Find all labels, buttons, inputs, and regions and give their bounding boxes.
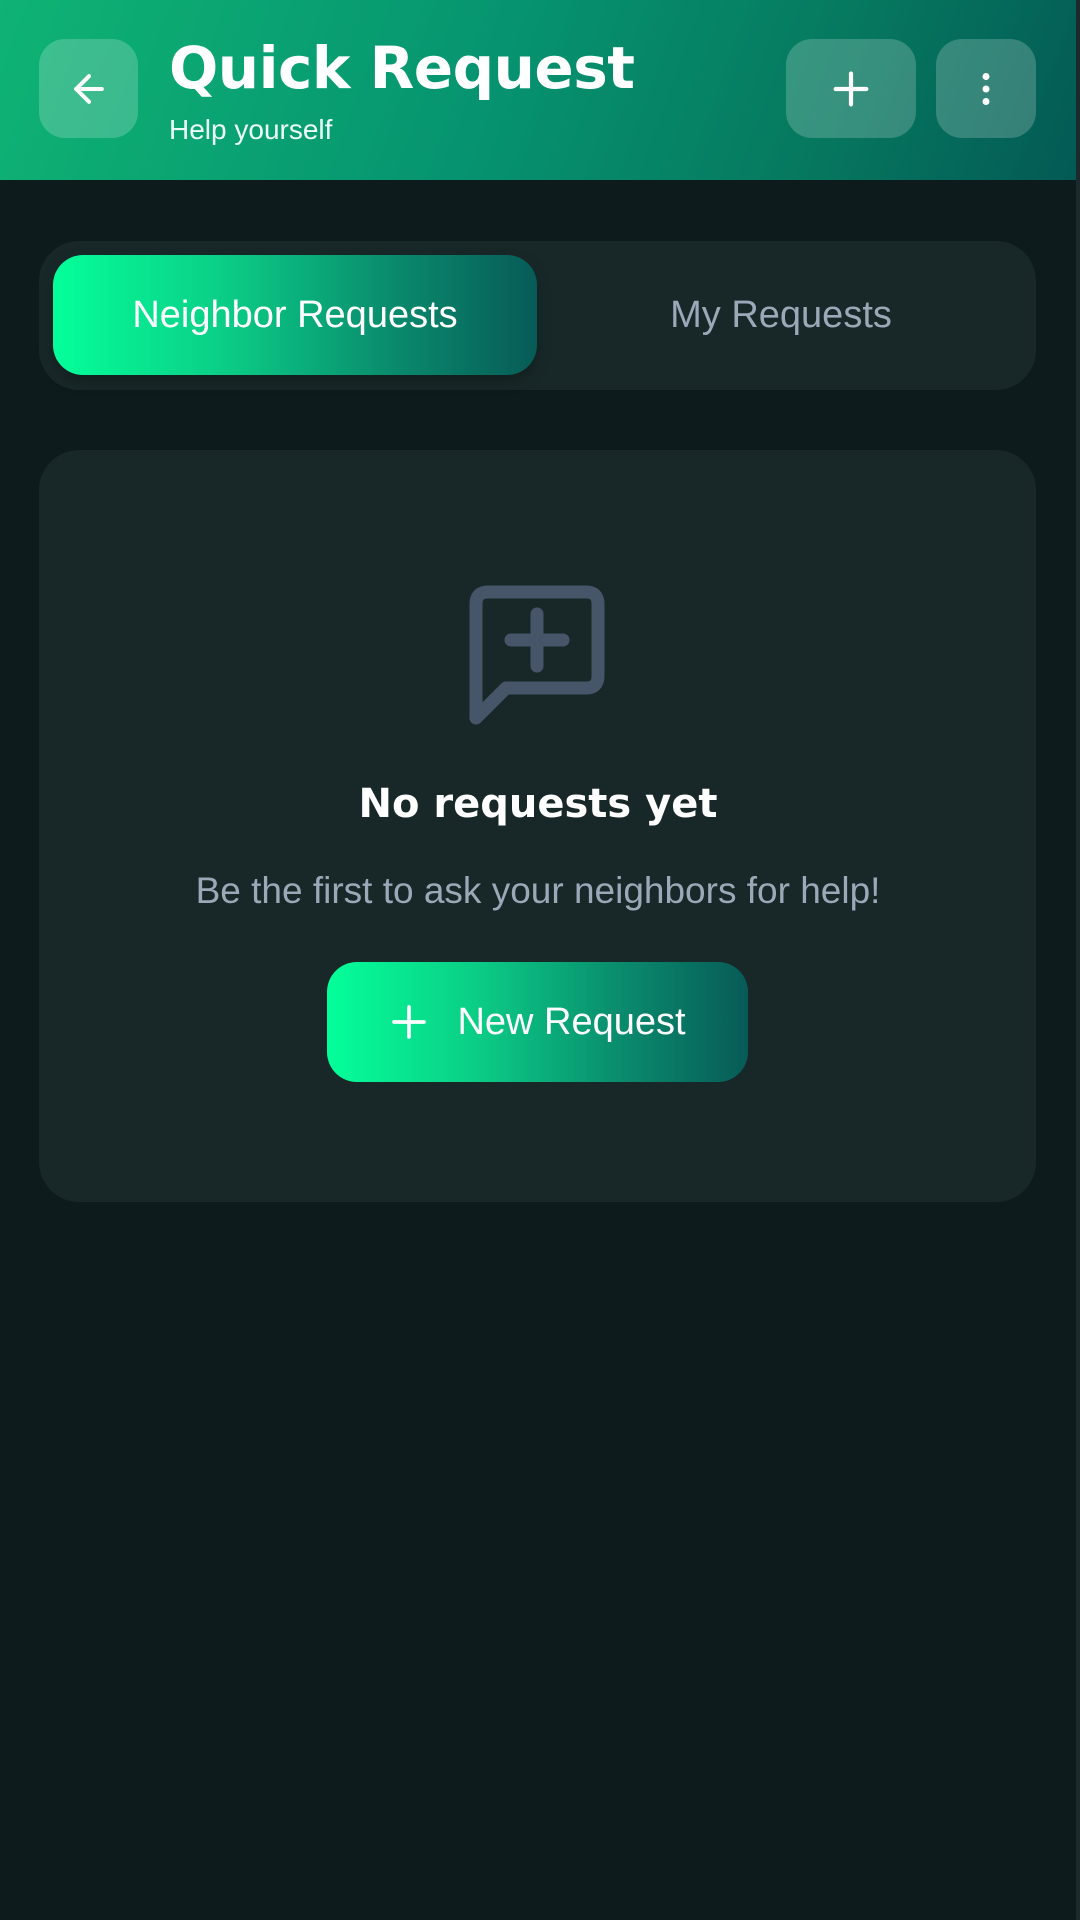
plus-icon <box>833 71 869 106</box>
new-request-label: New Request <box>457 1000 686 1043</box>
app-screen: Quick Request Help yourself Neighbor Req… <box>0 0 1080 1920</box>
arrow-left-icon <box>73 73 104 104</box>
message-plus-icon <box>469 585 605 725</box>
empty-state-title: No requests yet <box>358 781 718 827</box>
page-subtitle: Help yourself <box>169 114 333 145</box>
plus-icon <box>392 1005 427 1039</box>
screen-edge <box>1076 0 1080 1920</box>
add-request-button[interactable] <box>786 39 916 138</box>
new-request-button[interactable]: New Request <box>327 962 748 1082</box>
tab-neighbor-requests[interactable]: Neighbor Requests <box>53 255 537 375</box>
more-options-button[interactable] <box>936 39 1036 138</box>
more-vertical-icon <box>982 72 990 105</box>
tab-my-requests[interactable]: My Requests <box>539 255 1023 375</box>
request-tabs: Neighbor Requests My Requests <box>39 241 1036 390</box>
page-title: Quick Request <box>169 34 635 102</box>
app-header: Quick Request Help yourself <box>0 0 1076 180</box>
back-button[interactable] <box>39 39 138 138</box>
empty-state-description: Be the first to ask your neighbors for h… <box>195 870 881 911</box>
